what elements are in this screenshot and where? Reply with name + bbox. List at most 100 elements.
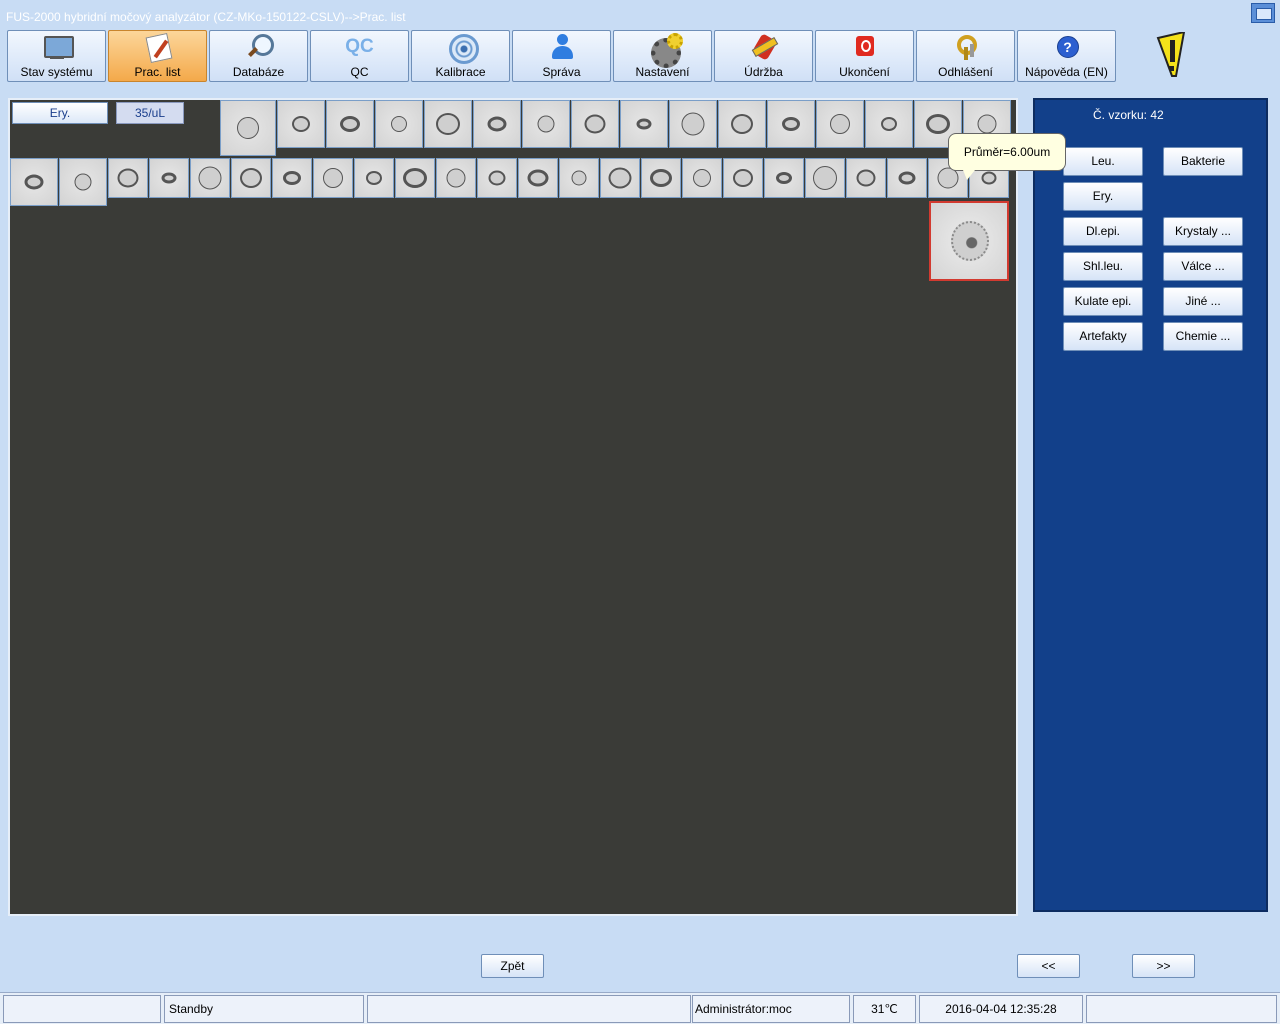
cell-thumbnail[interactable] xyxy=(436,158,476,198)
selected-cell-preview[interactable] xyxy=(929,201,1009,281)
cell-thumbnail[interactable] xyxy=(620,100,668,148)
sample-number: Č. vzorku: 42 xyxy=(1093,108,1164,122)
cell-thumbnail[interactable] xyxy=(764,158,804,198)
qc-icon: QC xyxy=(345,36,374,57)
status-user: Administrátor:moc xyxy=(692,995,850,1023)
cell-concentration: 35/uL xyxy=(116,102,184,124)
tab-stav-systemu[interactable]: Stav systému xyxy=(7,30,106,82)
status-temperature: 31℃ xyxy=(853,995,916,1023)
title-bar: FUS-2000 hybridní močový analyzátor (CZ-… xyxy=(0,0,1280,28)
cell-thumbnail[interactable] xyxy=(682,158,722,198)
cell-thumbnail[interactable] xyxy=(518,158,558,198)
cell-thumbnail[interactable] xyxy=(669,100,717,148)
tab-label: Údržba xyxy=(744,65,783,79)
cell-thumbnail[interactable] xyxy=(816,100,864,148)
window-title: FUS-2000 hybridní močový analyzátor (CZ-… xyxy=(6,10,406,24)
status-state: Standby xyxy=(164,995,364,1023)
tab-label: Ukončení xyxy=(839,65,890,79)
category-artefakty-button[interactable]: Artefakty xyxy=(1063,322,1143,351)
tab-sprava[interactable]: Správa xyxy=(512,30,611,82)
category-jine-button[interactable]: Jiné ... xyxy=(1163,287,1243,316)
cell-thumbnail[interactable] xyxy=(477,158,517,198)
category-bakterie-button[interactable]: Bakterie xyxy=(1163,147,1243,176)
cell-thumbnail[interactable] xyxy=(395,158,435,198)
tab-label: Kalibrace xyxy=(435,65,486,79)
cell-thumbnail[interactable] xyxy=(767,100,815,148)
keys-icon xyxy=(951,33,981,61)
cell-thumbnail[interactable] xyxy=(571,100,619,148)
tab-databaze[interactable]: Databáze xyxy=(209,30,308,82)
cell-thumbnail[interactable] xyxy=(313,158,353,198)
window-restore-icon[interactable] xyxy=(1251,3,1275,23)
tab-label: Odhlášení xyxy=(938,65,993,79)
diameter-tooltip: Průměr=6.00um xyxy=(948,133,1066,180)
cell-type-label[interactable]: Ery. xyxy=(12,102,108,124)
person-icon xyxy=(547,33,577,61)
monitor-icon xyxy=(42,33,74,61)
cell-thumbnail[interactable] xyxy=(277,100,325,148)
tab-prac-list[interactable]: Prac. list xyxy=(108,30,207,82)
prev-page-button[interactable]: << xyxy=(1017,954,1080,978)
category-dl-epi-button[interactable]: Dl.epi. xyxy=(1063,217,1143,246)
cell-thumbnail[interactable] xyxy=(522,100,570,148)
status-cell-message xyxy=(367,995,691,1023)
tab-napoveda[interactable]: Nápověda (EN) xyxy=(1017,30,1116,82)
tab-qc[interactable]: QC QC xyxy=(310,30,409,82)
cell-image-panel: Ery. 35/uL xyxy=(8,98,1018,916)
gear-icon xyxy=(648,33,683,68)
cell-thumbnail[interactable] xyxy=(559,158,599,198)
tab-label: Správa xyxy=(542,65,581,79)
cell-thumbnail[interactable] xyxy=(718,100,766,148)
cell-thumbnail[interactable] xyxy=(220,100,276,156)
tab-udrzba[interactable]: Údržba xyxy=(714,30,813,82)
notepad-icon xyxy=(143,33,173,61)
back-button[interactable]: Zpět xyxy=(481,954,544,978)
power-icon xyxy=(850,33,880,61)
tab-kalibrace[interactable]: Kalibrace xyxy=(411,30,510,82)
cell-thumbnail[interactable] xyxy=(375,100,423,148)
cell-thumbnail[interactable] xyxy=(326,100,374,148)
cell-thumbnail[interactable] xyxy=(59,158,107,206)
magnifier-icon xyxy=(244,33,274,61)
help-icon xyxy=(1052,33,1082,61)
cell-thumbnail[interactable] xyxy=(887,158,927,198)
cell-thumbnail[interactable] xyxy=(272,158,312,198)
cell-thumbnail[interactable] xyxy=(846,158,886,198)
category-leu-button[interactable]: Leu. xyxy=(1063,147,1143,176)
main-toolbar: Stav systému Prac. list Databáze QC QC K… xyxy=(7,30,1119,82)
cell-thumbnail[interactable] xyxy=(641,158,681,198)
cell-thumbnail[interactable] xyxy=(231,158,271,198)
cell-thumbnail[interactable] xyxy=(10,158,58,206)
tab-label: QC xyxy=(350,65,369,79)
category-krystaly-button[interactable]: Krystaly ... xyxy=(1163,217,1243,246)
cell-thumbnail[interactable] xyxy=(149,158,189,198)
status-bar: Standby Administrátor:moc 31℃ 2016-04-04… xyxy=(0,992,1280,1024)
cell-thumbnail[interactable] xyxy=(190,158,230,198)
tab-label: Databáze xyxy=(232,65,285,79)
tab-label: Stav systému xyxy=(20,65,93,79)
cell-thumbnail[interactable] xyxy=(424,100,472,148)
cell-thumbnail[interactable] xyxy=(805,158,845,198)
target-icon xyxy=(446,33,479,64)
status-cell-empty xyxy=(3,995,161,1023)
cell-thumbnail[interactable] xyxy=(865,100,913,148)
status-datetime: 2016-04-04 12:35:28 xyxy=(919,995,1083,1023)
tab-ukonceni[interactable]: Ukončení xyxy=(815,30,914,82)
cell-thumbnail[interactable] xyxy=(473,100,521,148)
warning-icon[interactable] xyxy=(1154,32,1188,78)
category-kulate-epi-button[interactable]: Kulate epi. xyxy=(1063,287,1143,316)
category-shl-leu-button[interactable]: Shl.leu. xyxy=(1063,252,1143,281)
tools-icon xyxy=(749,33,779,61)
cell-thumbnail[interactable] xyxy=(723,158,763,198)
category-valce-button[interactable]: Válce ... xyxy=(1163,252,1243,281)
tab-odhlaseni[interactable]: Odhlášení xyxy=(916,30,1015,82)
next-page-button[interactable]: >> xyxy=(1132,954,1195,978)
cell-thumbnail[interactable] xyxy=(600,158,640,198)
category-chemie-button[interactable]: Chemie ... xyxy=(1163,322,1243,351)
tab-nastaveni[interactable]: Nastavení xyxy=(613,30,712,82)
category-ery-button[interactable]: Ery. xyxy=(1063,182,1143,211)
cell-thumbnail[interactable] xyxy=(108,158,148,198)
tab-label: Nápověda (EN) xyxy=(1025,65,1108,79)
category-panel: Č. vzorku: 42 Leu. Bakterie Ery. Dl.epi.… xyxy=(1033,98,1268,912)
cell-thumbnail[interactable] xyxy=(354,158,394,198)
